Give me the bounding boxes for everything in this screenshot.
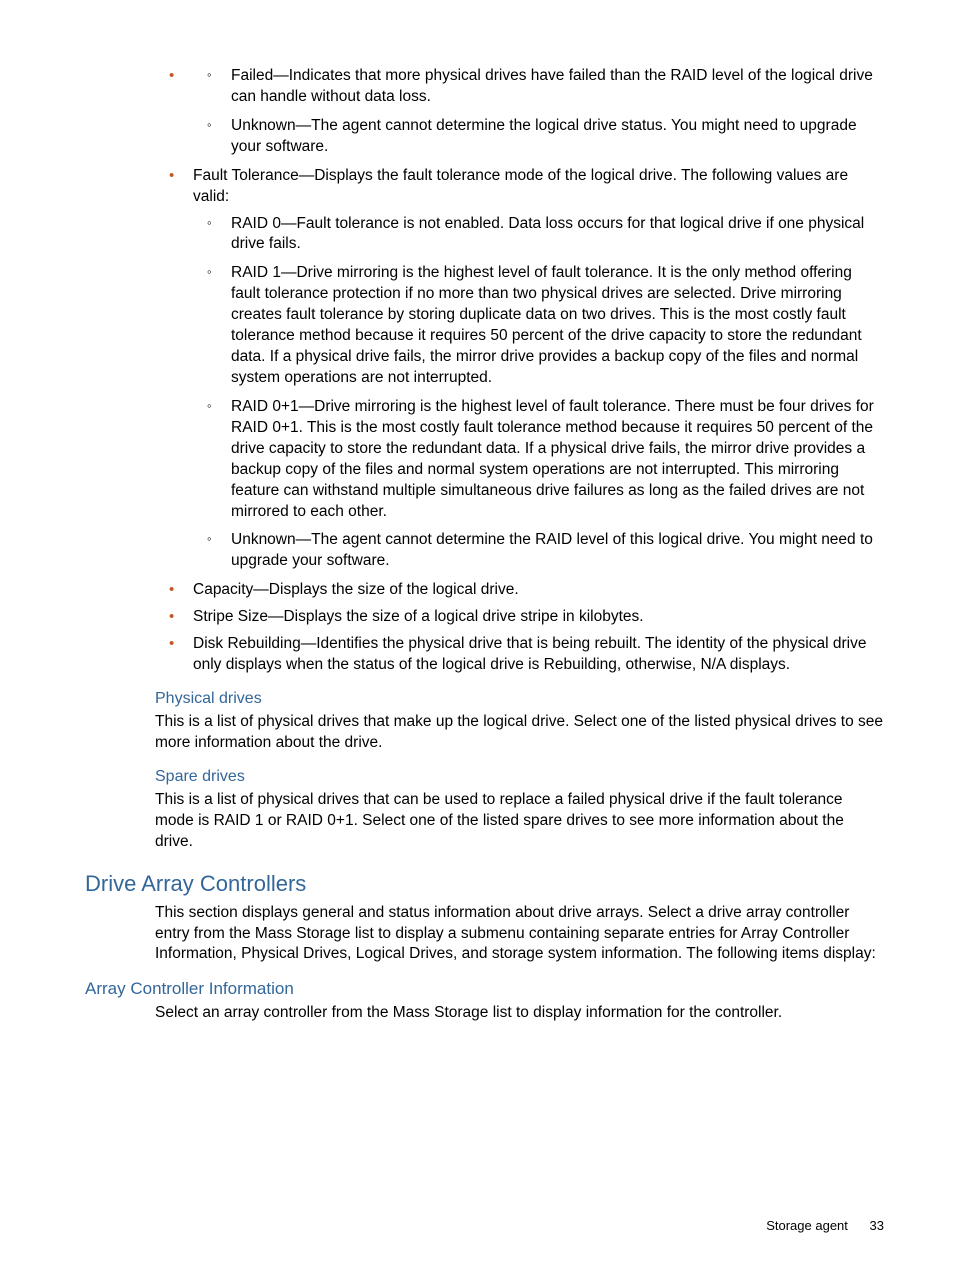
- drive-array-controllers-text: This section displays general and status…: [155, 903, 884, 966]
- spare-drives-section: Spare drives This is a list of physical …: [155, 768, 884, 853]
- raid-0-plus-1: RAID 0+1—Drive mirroring is the highest …: [193, 397, 884, 523]
- footer-label: Storage agent: [766, 1218, 848, 1233]
- fault-tolerance-item: Fault Tolerance—Displays the fault toler…: [155, 166, 884, 573]
- status-item-continued: Failed—Indicates that more physical driv…: [155, 66, 884, 158]
- spare-drives-text: This is a list of physical drives that c…: [155, 790, 884, 853]
- stripe-size-item: Stripe Size—Displays the size of a logic…: [155, 607, 884, 628]
- array-controller-info-heading: Array Controller Information: [85, 979, 884, 999]
- drive-array-controllers-heading: Drive Array Controllers: [85, 871, 884, 897]
- array-controller-info-body: Select an array controller from the Mass…: [155, 1003, 884, 1024]
- status-failed: Failed—Indicates that more physical driv…: [193, 66, 884, 108]
- physical-drives-heading: Physical drives: [155, 690, 884, 708]
- status-unknown: Unknown—The agent cannot determine the l…: [193, 116, 884, 158]
- spare-drives-heading: Spare drives: [155, 768, 884, 786]
- array-controller-info-text: Select an array controller from the Mass…: [155, 1003, 884, 1024]
- physical-drives-text: This is a list of physical drives that m…: [155, 712, 884, 754]
- footer-page-number: 33: [870, 1218, 884, 1233]
- continued-list: .hidebullet::before{content:"" !importan…: [155, 66, 884, 676]
- raid-1: RAID 1—Drive mirroring is the highest le…: [193, 263, 884, 389]
- capacity-item: Capacity—Displays the size of the logica…: [155, 580, 884, 601]
- disk-rebuilding-item: Disk Rebuilding—Identifies the physical …: [155, 634, 884, 676]
- drive-array-controllers-body: This section displays general and status…: [155, 903, 884, 966]
- raid-unknown: Unknown—The agent cannot determine the R…: [193, 530, 884, 572]
- page-footer: Storage agent 33: [766, 1218, 884, 1233]
- raid-0: RAID 0—Fault tolerance is not enabled. D…: [193, 214, 884, 256]
- physical-drives-section: Physical drives This is a list of physic…: [155, 690, 884, 754]
